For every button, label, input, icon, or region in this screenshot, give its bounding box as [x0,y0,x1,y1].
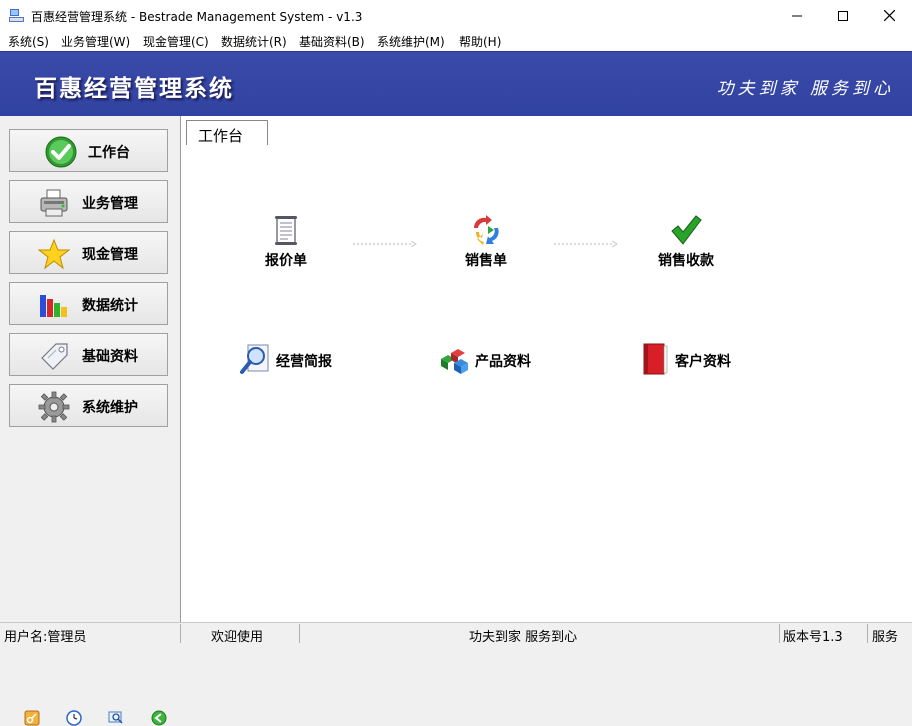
menu-business[interactable]: 业务管理(W) [61,33,130,50]
gear-icon [38,391,70,423]
menu-help[interactable]: 帮助(H) [459,33,501,50]
sidebar-item-workbench[interactable]: 工作台 [9,129,168,172]
status-extra: 服务 [872,630,899,645]
sidebar-item-maintenance[interactable]: 系统维护 [9,384,168,427]
search-icon[interactable] [108,710,124,726]
magnifier-doc-icon [240,344,269,374]
menu-statistics[interactable]: 数据统计(R) [221,33,287,50]
banner-title: 百惠经营管理系统 [34,76,234,102]
app-icon [9,9,24,22]
minimize-icon [792,15,802,16]
product-data-label: 产品资料 [475,354,531,370]
customer-data-label: 客户资料 [675,354,731,370]
scroll-icon [275,216,297,245]
maximize-button[interactable] [820,0,866,31]
menu-system[interactable]: 系统(S) [8,33,49,50]
status-bar: 用户名:管理员 欢迎使用 功夫到家 服务到心 版本号1.3 服务 [0,622,912,645]
sidebar: 工作台 业务管理 现金管理 数据统计 基础资料 系统维护 [0,116,181,726]
sales-receipt-shortcut[interactable]: 销售收款 [641,214,731,274]
sidebar-item-statistics[interactable]: 数据统计 [9,282,168,325]
checkmark-circle-icon [45,136,77,168]
cubes-icon [441,349,468,374]
red-book-icon [643,343,668,375]
status-user: 用户名:管理员 [4,630,87,645]
menu-cash[interactable]: 现金管理(C) [143,33,209,50]
key-icon[interactable] [24,710,40,726]
customer-data-shortcut[interactable]: 客户资料 [639,343,749,379]
sidebar-item-label: 工作台 [88,145,130,161]
tag-icon [41,343,68,370]
back-arrow-icon[interactable] [151,710,167,726]
close-icon [883,10,895,21]
title-bar: 百惠经营管理系统 - Bestrade Management System - … [0,0,912,31]
sidebar-item-label: 业务管理 [82,196,138,212]
sidebar-item-label: 现金管理 [82,247,138,263]
sidebar-item-business[interactable]: 业务管理 [9,180,168,223]
tab-workbench[interactable]: 工作台 [186,120,268,145]
flow-arrow [353,241,417,247]
status-divider [299,624,300,643]
business-report-shortcut[interactable]: 经营简报 [240,343,350,379]
business-report-label: 经营简报 [276,354,332,370]
header-banner: 百惠经营管理系统 功夫到家 服务到心 [0,51,912,117]
status-divider [779,624,780,643]
quote-shortcut[interactable]: 报价单 [241,214,331,274]
banner-slogan: 功夫到家 服务到心 [716,79,894,99]
maximize-icon [838,10,848,21]
status-divider [180,624,181,643]
bar-chart-icon [40,295,67,317]
status-slogan: 功夫到家 服务到心 [469,630,578,645]
flow-arrow [554,241,618,247]
sidebar-item-label: 系统维护 [82,400,138,416]
close-button[interactable] [866,0,912,31]
quote-label: 报价单 [265,253,307,269]
status-version: 版本号1.3 [783,630,843,645]
minimize-button[interactable] [774,0,820,31]
sales-order-label: 销售单 [465,253,507,269]
sidebar-item-basic-data[interactable]: 基础资料 [9,333,168,376]
status-welcome: 欢迎使用 [211,630,264,645]
status-divider [867,624,868,643]
product-data-shortcut[interactable]: 产品资料 [439,343,549,379]
sales-order-shortcut[interactable]: 销售单 [441,214,531,274]
tab-label: 工作台 [198,127,244,145]
menu-maintenance[interactable]: 系统维护(M) [377,33,445,50]
menu-basic-data[interactable]: 基础资料(B) [299,33,365,50]
sidebar-item-label: 基础资料 [82,349,138,365]
main-panel: 工作台 报价单 销售单 销售收款 经营简报 产品资料 客户资料 [181,116,912,622]
star-icon [38,238,70,270]
clock-icon[interactable] [66,710,82,726]
menu-bar: 系统(S) 业务管理(W) 现金管理(C) 数据统计(R) 基础资料(B) 系统… [0,31,912,51]
recycle-arrows-icon [473,215,499,245]
sidebar-item-cash[interactable]: 现金管理 [9,231,168,274]
green-check-icon [671,215,702,245]
printer-icon [40,189,68,217]
sales-receipt-label: 销售收款 [658,253,714,269]
window-title: 百惠经营管理系统 - Bestrade Management System - … [31,10,363,24]
sidebar-item-label: 数据统计 [82,298,138,314]
